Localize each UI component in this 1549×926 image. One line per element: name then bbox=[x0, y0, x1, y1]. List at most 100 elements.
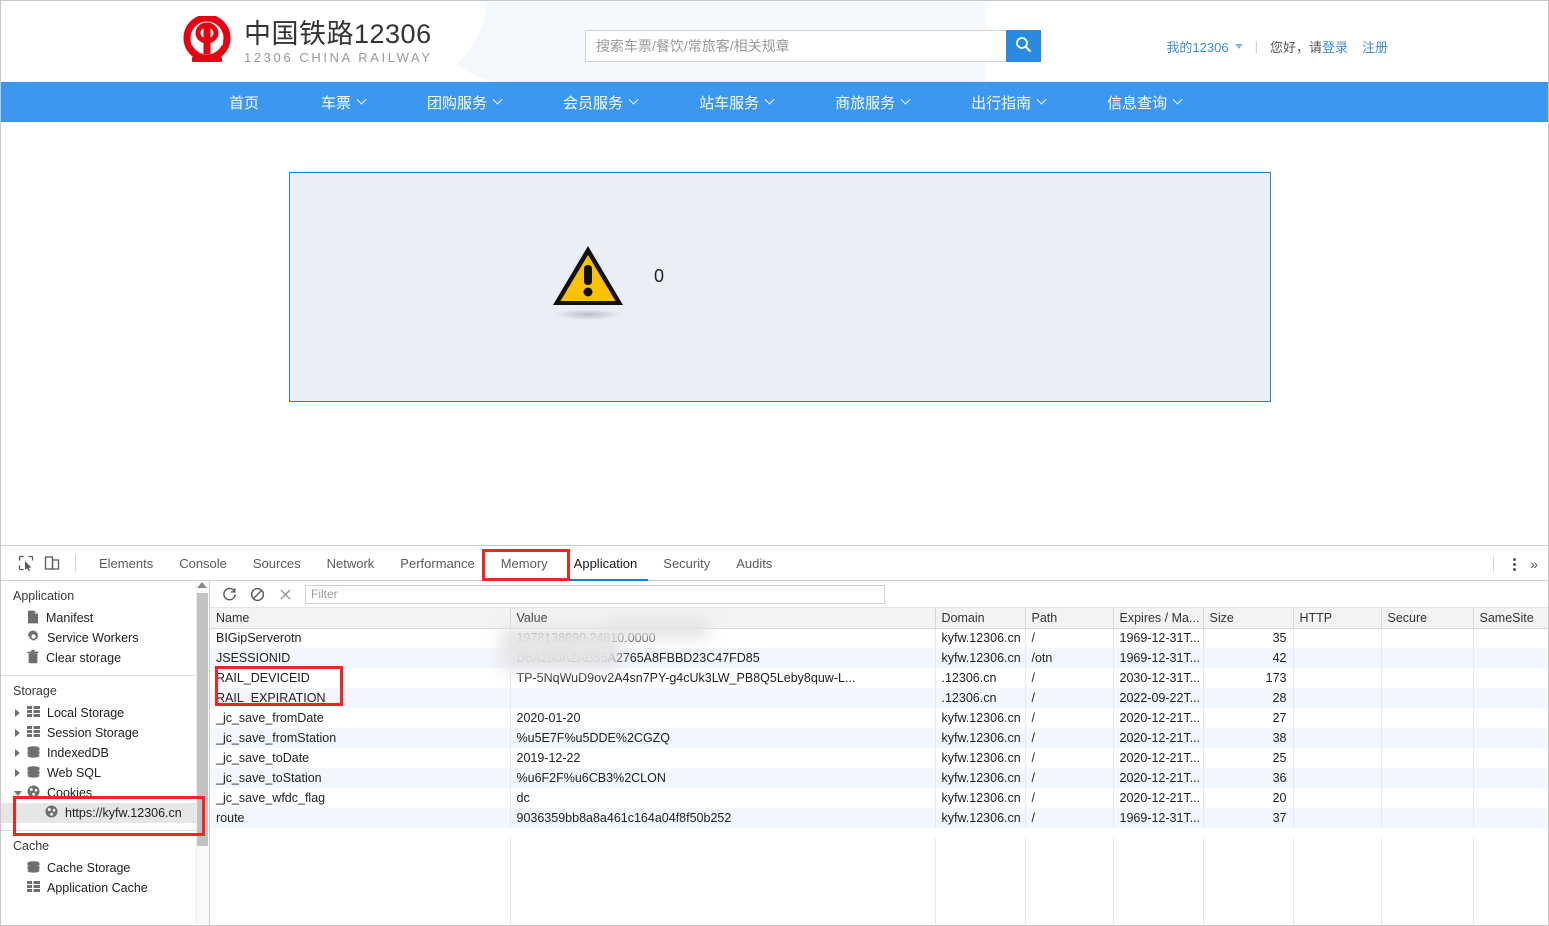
cell-expires: 2020-12-21T... bbox=[1113, 768, 1204, 788]
tab-network[interactable]: Network bbox=[314, 546, 388, 581]
tab-audits[interactable]: Audits bbox=[723, 546, 785, 581]
nav-item-station-service[interactable]: 站车服务 bbox=[699, 92, 775, 113]
refresh-icon[interactable] bbox=[218, 583, 240, 605]
devtools-tabbar-right: » bbox=[1483, 546, 1544, 581]
sidebar-item-service-workers[interactable]: Service Workers bbox=[1, 628, 209, 648]
cell-name: route bbox=[210, 808, 511, 828]
column-header-expires[interactable]: Expires / Ma... bbox=[1113, 608, 1204, 629]
site-logo[interactable]: 中国铁路12306 12306 CHINA RAILWAY bbox=[183, 14, 433, 68]
sidebar-item-label: Local Storage bbox=[47, 706, 125, 720]
chevron-right-icon[interactable] bbox=[15, 769, 20, 777]
column-header-size[interactable]: Size bbox=[1203, 608, 1294, 629]
column-header-name[interactable]: Name bbox=[210, 608, 511, 629]
table-row[interactable]: _jc_save_fromDate 2020-01-20 kyfw.12306.… bbox=[210, 708, 1548, 728]
table-row[interactable]: BIGipServerotn 1978138890.24610.0000 kyf… bbox=[210, 628, 1548, 648]
table-row[interactable]: JSESSIONID D8A280A2AB55A2765A8FBBD23C47F… bbox=[210, 648, 1548, 668]
table-row[interactable]: RAIL_DEVICEID TP-5NqWuD9ov2A4sn7PY-g4cUk… bbox=[210, 668, 1548, 688]
login-link[interactable]: 登录 bbox=[1322, 37, 1348, 56]
sidebar-item-cache-storage[interactable]: Cache Storage bbox=[1, 858, 209, 878]
filter-input[interactable] bbox=[305, 584, 885, 604]
cell-expires: 2020-12-21T... bbox=[1113, 708, 1204, 728]
delete-selected-icon[interactable] bbox=[274, 583, 296, 605]
cell-path: / bbox=[1025, 628, 1114, 648]
chevron-down-icon[interactable] bbox=[14, 791, 22, 796]
overflow-chevron-icon[interactable]: » bbox=[1530, 556, 1538, 572]
account-bar: 我的12306 | 您好，请 登录 注册 bbox=[1166, 37, 1388, 56]
table-row[interactable]: _jc_save_wfdc_flag dc kyfw.12306.cn / 20… bbox=[210, 788, 1548, 808]
search-input[interactable] bbox=[585, 30, 1006, 62]
sidebar-item-cookie-origin[interactable]: https://kyfw.12306.cn bbox=[1, 803, 209, 823]
cell-samesite bbox=[1473, 728, 1548, 748]
sidebar-item-application-cache[interactable]: Application Cache bbox=[1, 878, 209, 898]
cell-expires: 2020-12-21T... bbox=[1113, 748, 1204, 768]
tab-application[interactable]: Application bbox=[561, 546, 651, 581]
sidebar-section-application: Application bbox=[13, 589, 75, 603]
cell-samesite bbox=[1473, 628, 1548, 648]
nav-item-info-query[interactable]: 信息查询 bbox=[1107, 92, 1183, 113]
error-message-inner: 0 bbox=[550, 243, 664, 320]
nav-item-group-service[interactable]: 团购服务 bbox=[427, 92, 503, 113]
tab-security[interactable]: Security bbox=[650, 546, 723, 581]
tab-memory[interactable]: Memory bbox=[488, 546, 561, 581]
search-button[interactable] bbox=[1006, 30, 1041, 62]
cell-name: JSESSIONID bbox=[210, 648, 511, 668]
tab-console[interactable]: Console bbox=[166, 546, 240, 581]
cell-domain: kyfw.12306.cn bbox=[935, 708, 1026, 728]
chevron-right-icon[interactable] bbox=[15, 709, 20, 717]
cell-size: 38 bbox=[1203, 728, 1294, 748]
column-header-secure[interactable]: Secure bbox=[1381, 608, 1474, 629]
tab-performance[interactable]: Performance bbox=[387, 546, 487, 581]
chevron-right-icon[interactable] bbox=[15, 749, 20, 757]
cell-samesite bbox=[1473, 688, 1548, 708]
nav-label: 车票 bbox=[321, 94, 352, 112]
sidebar-item-local-storage[interactable]: Local Storage bbox=[1, 703, 209, 723]
table-row[interactable]: route 9036359bb8a8a461c164a04f8f50b252 k… bbox=[210, 808, 1548, 828]
column-header-domain[interactable]: Domain bbox=[935, 608, 1026, 629]
table-row[interactable]: RAIL_EXPIRATION .12306.cn / 2022-09-22T.… bbox=[210, 688, 1548, 708]
column-header-value[interactable]: Value bbox=[510, 608, 936, 629]
sidebar-item-web-sql[interactable]: Web SQL bbox=[1, 763, 209, 783]
chevron-right-icon[interactable] bbox=[15, 729, 20, 737]
sidebar-item-clear-storage[interactable]: Clear storage bbox=[1, 648, 209, 668]
tab-elements[interactable]: Elements bbox=[86, 546, 166, 581]
sidebar-item-session-storage[interactable]: Session Storage bbox=[1, 723, 209, 743]
sidebar-scrollbar[interactable] bbox=[196, 581, 209, 925]
cell-http bbox=[1293, 648, 1382, 668]
table-row[interactable]: _jc_save_fromStation %u5E7F%u5DDE%2CGZQ … bbox=[210, 728, 1548, 748]
sidebar-item-label: Cookies bbox=[47, 786, 93, 800]
cookies-table-body: BIGipServerotn 1978138890.24610.0000 kyf… bbox=[210, 628, 1548, 828]
table-row[interactable]: _jc_save_toStation %u6F2F%u6CB3%2CLON ky… bbox=[210, 768, 1548, 788]
column-header-http[interactable]: HTTP bbox=[1293, 608, 1382, 629]
search-icon bbox=[1015, 36, 1032, 56]
cell-samesite bbox=[1473, 808, 1548, 828]
inspect-element-icon[interactable] bbox=[13, 550, 39, 576]
device-toolbar-icon[interactable] bbox=[39, 550, 65, 576]
cell-secure bbox=[1381, 708, 1474, 728]
cell-value: D8A280A2AB55A2765A8FBBD23C47FD85 bbox=[510, 648, 936, 668]
cell-path: / bbox=[1025, 728, 1114, 748]
chevron-down-icon[interactable] bbox=[1234, 44, 1243, 49]
sidebar-item-label: Clear storage bbox=[46, 651, 122, 665]
scrollbar-thumb[interactable] bbox=[197, 593, 208, 846]
cell-secure bbox=[1381, 688, 1474, 708]
scroll-up-icon[interactable] bbox=[197, 582, 207, 588]
sidebar-item-cookies[interactable]: Cookies bbox=[1, 783, 209, 803]
more-options-icon[interactable] bbox=[1504, 554, 1524, 574]
nav-item-member-service[interactable]: 会员服务 bbox=[563, 92, 639, 113]
nav-item-tickets[interactable]: 车票 bbox=[321, 92, 367, 113]
clear-all-cookies-icon[interactable] bbox=[246, 583, 268, 605]
nav-item-home[interactable]: 首页 bbox=[229, 92, 259, 113]
table-row[interactable]: _jc_save_toDate 2019-12-22 kyfw.12306.cn… bbox=[210, 748, 1548, 768]
cell-value: 1978138890.24610.0000 bbox=[510, 628, 936, 648]
tab-sources[interactable]: Sources bbox=[240, 546, 314, 581]
cell-domain: kyfw.12306.cn bbox=[935, 788, 1026, 808]
cell-name: _jc_save_wfdc_flag bbox=[210, 788, 511, 808]
nav-item-business-travel[interactable]: 商旅服务 bbox=[835, 92, 911, 113]
register-link[interactable]: 注册 bbox=[1362, 37, 1388, 56]
sidebar-item-manifest[interactable]: Manifest bbox=[1, 608, 209, 628]
column-header-path[interactable]: Path bbox=[1025, 608, 1114, 629]
nav-item-travel-guide[interactable]: 出行指南 bbox=[971, 92, 1047, 113]
sidebar-item-indexeddb[interactable]: IndexedDB bbox=[1, 743, 209, 763]
column-header-samesite[interactable]: SameSite bbox=[1473, 608, 1548, 629]
my12306-link[interactable]: 我的12306 bbox=[1166, 37, 1228, 56]
